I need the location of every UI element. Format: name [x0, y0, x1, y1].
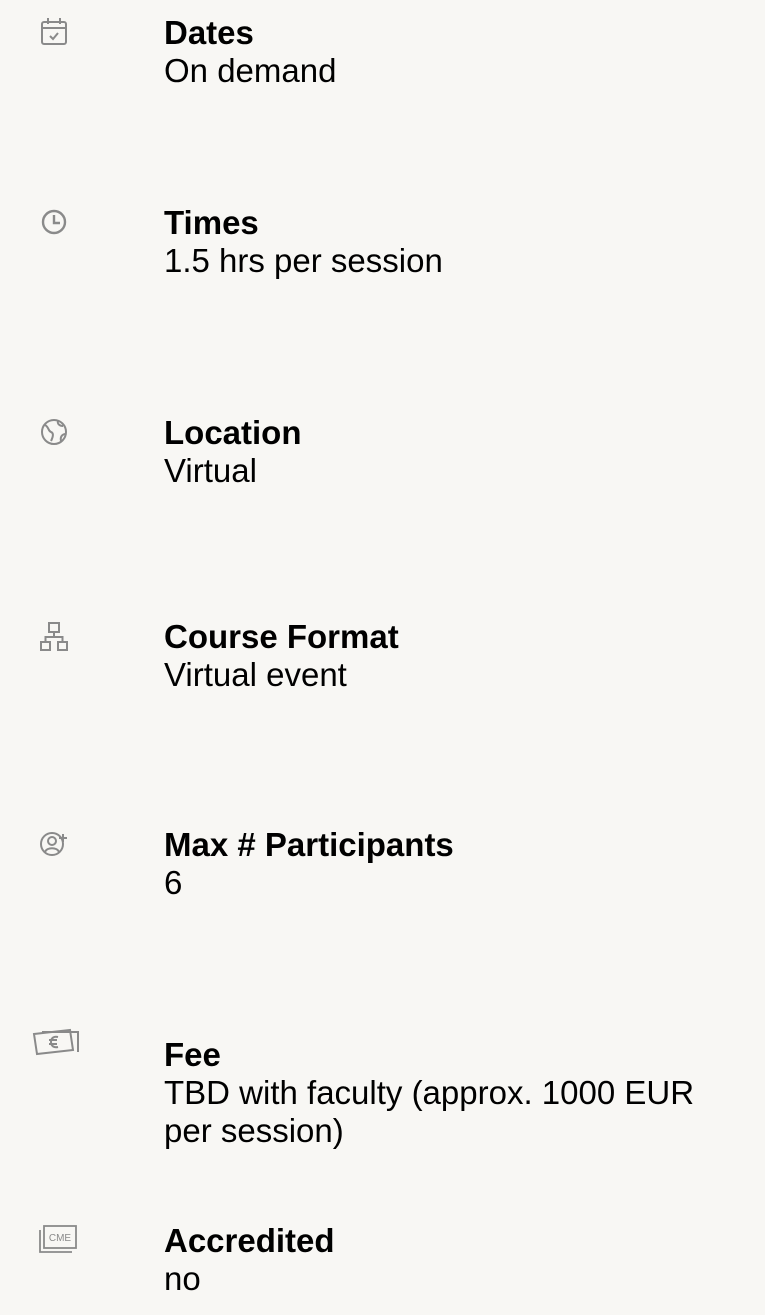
detail-value: no [164, 1260, 201, 1297]
detail-label: Max # Participants [164, 826, 454, 863]
detail-label: Times [164, 204, 259, 241]
detail-text-dates: Dates On demand [164, 14, 744, 90]
detail-value: TBD with faculty (approx. 1000 EUR per s… [164, 1074, 695, 1149]
detail-label: Course Format [164, 618, 399, 655]
detail-label: Accredited [164, 1222, 335, 1259]
course-details-list: Dates On demand Times 1.5 hrs per sessio… [0, 0, 765, 1315]
detail-item-fee: Fee TBD with faculty (approx. 1000 EUR p… [0, 1024, 765, 1194]
detail-item-dates: Dates On demand [0, 14, 765, 184]
globe-icon [36, 414, 72, 450]
user-add-icon [36, 826, 72, 862]
detail-item-course-format: Course Format Virtual event [0, 618, 765, 788]
detail-value: Virtual [164, 452, 257, 489]
detail-value: 1.5 hrs per session [164, 242, 443, 279]
detail-text-location: Location Virtual [164, 414, 744, 490]
detail-label: Dates [164, 14, 254, 51]
detail-text-accredited: Accredited no [164, 1222, 744, 1298]
money-icon [30, 1024, 86, 1060]
detail-label: Fee [164, 1036, 221, 1073]
detail-text-course-format: Course Format Virtual event [164, 618, 744, 694]
detail-value: 6 [164, 864, 183, 901]
detail-item-times: Times 1.5 hrs per session [0, 204, 765, 374]
detail-text-fee: Fee TBD with faculty (approx. 1000 EUR p… [164, 1036, 744, 1150]
detail-item-max-participants: Max # Participants 6 [0, 826, 765, 996]
clock-icon [36, 204, 72, 240]
detail-value: On demand [164, 52, 337, 89]
detail-label: Location [164, 414, 302, 451]
detail-item-accredited: CME Accredited no [0, 1222, 765, 1315]
detail-item-location: Location Virtual [0, 414, 765, 584]
cme-certificate-icon: CME [36, 1222, 80, 1258]
calendar-icon [36, 14, 72, 50]
svg-text:CME: CME [49, 1233, 72, 1244]
detail-text-times: Times 1.5 hrs per session [164, 204, 744, 280]
sitemap-icon [36, 618, 72, 654]
detail-text-max-participants: Max # Participants 6 [164, 826, 744, 902]
detail-value: Virtual event [164, 656, 347, 693]
